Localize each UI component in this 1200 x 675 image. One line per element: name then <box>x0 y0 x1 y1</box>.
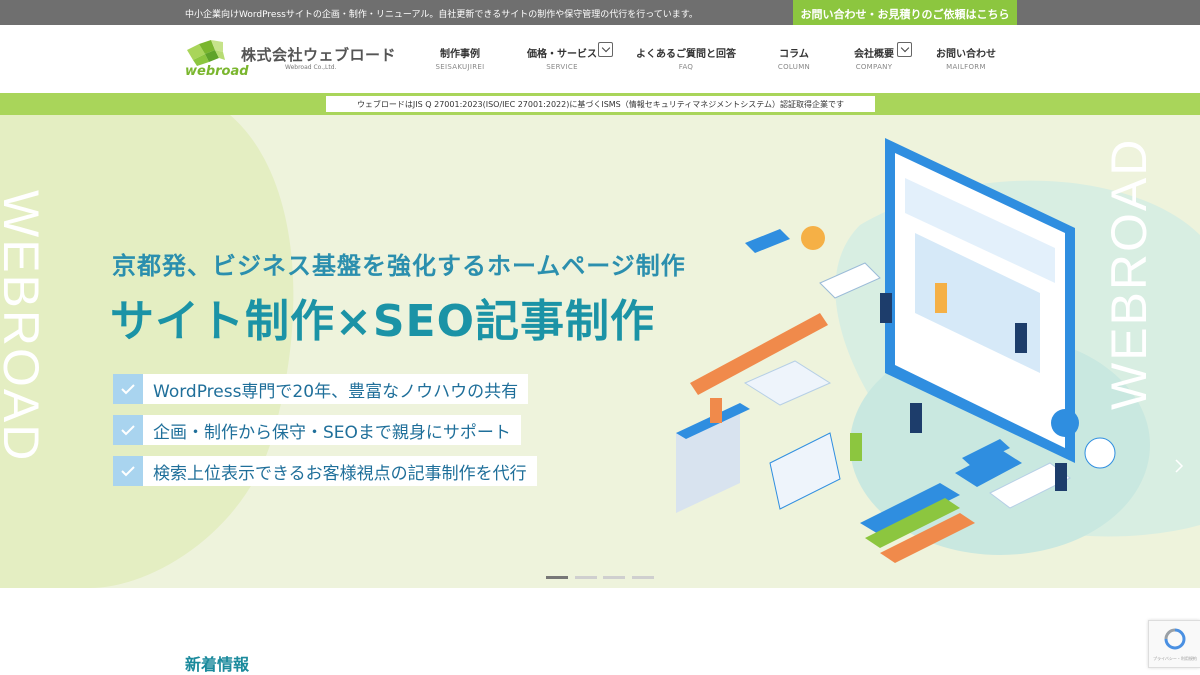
feature-text: WordPress専門で20年、豊富なノウハウの共有 <box>143 374 529 404</box>
nav-label: お問い合わせ <box>936 49 996 60</box>
logo-wordmark: webroad <box>185 64 249 79</box>
feature-item: 企画・制作から保守・SEOまで親身にサポート <box>113 415 521 445</box>
top-bar: 中小企業向けWordPressサイトの企画・制作・リニューアル。自社更新できるサ… <box>0 0 1200 25</box>
logo-company-name: 株式会社ウェブロード <box>241 46 397 64</box>
recaptcha-badge[interactable]: プライバシー・利用規約 <box>1148 620 1200 668</box>
site-header: webroad 株式会社ウェブロード Webroad Co.,Ltd. 制作事例… <box>0 25 1200 93</box>
isms-notice-bar: ウェブロードはJIS Q 27001:2023(ISO/IEC 27001:20… <box>0 93 1200 115</box>
check-icon <box>113 415 143 445</box>
recaptcha-icon <box>1164 628 1186 650</box>
isms-notice[interactable]: ウェブロードはJIS Q 27001:2023(ISO/IEC 27001:20… <box>326 96 875 112</box>
nav-sublabel: MAILFORM <box>946 63 986 71</box>
hero-subtitle: 京都発、ビジネス基盤を強化するホームページ制作 <box>112 252 686 280</box>
hero-title: サイト制作×SEO記事制作 <box>110 296 656 347</box>
nav-item-faq[interactable]: よくあるご質問と回答 FAQ <box>633 45 739 71</box>
recaptcha-text: プライバシー・利用規約 <box>1153 656 1197 661</box>
nav-sublabel: COLUMN <box>777 63 811 71</box>
hero-slider: WEBROAD WEBROAD 京都発、ビジネス基盤を強化するホームページ制作 … <box>0 115 1200 588</box>
feature-item: 検索上位表示できるお客様視点の記事制作を代行 <box>113 456 537 486</box>
tagline: 中小企業向けWordPressサイトの企画・制作・リニューアル。自社更新できるサ… <box>185 10 698 20</box>
logo-company-en: Webroad Co.,Ltd. <box>285 64 337 71</box>
nav-sublabel: SEISAKUJIREI <box>435 63 485 71</box>
nav-sublabel: COMPANY <box>855 63 893 71</box>
nav-sublabel: SERVICE <box>546 63 578 71</box>
slider-dot[interactable] <box>575 576 597 579</box>
hero-illustration <box>676 138 1116 563</box>
check-icon <box>113 456 143 486</box>
feature-text: 企画・制作から保守・SEOまで親身にサポート <box>143 415 521 445</box>
feature-text: 検索上位表示できるお客様視点の記事制作を代行 <box>143 456 537 486</box>
nav-item-contact[interactable]: お問い合わせ MAILFORM <box>930 45 1002 71</box>
check-icon <box>113 374 143 404</box>
slider-dot[interactable] <box>603 576 625 579</box>
nav-label: 会社概要 <box>854 49 894 60</box>
main-nav: 制作事例 SEISAKUJIREI 価格・サービス SERVICE よくあるご質… <box>420 42 1010 75</box>
nav-label: 制作事例 <box>440 49 480 60</box>
contact-cta-button[interactable]: お問い合わせ・お見積りのご依頼はこちら <box>793 0 1017 27</box>
nav-item-works[interactable]: 制作事例 SEISAKUJIREI <box>420 45 500 71</box>
nav-sublabel: FAQ <box>678 63 694 71</box>
news-section-title: 新着情報 <box>185 655 250 674</box>
slider-dot[interactable] <box>546 576 568 579</box>
site-logo[interactable]: webroad 株式会社ウェブロード Webroad Co.,Ltd. <box>185 40 396 80</box>
feature-item: WordPress専門で20年、豊富なノウハウの共有 <box>113 374 529 404</box>
company-dropdown-chevron-icon[interactable] <box>897 42 912 57</box>
slider-next-arrow-icon[interactable] <box>1172 459 1186 473</box>
nav-label: よくあるご質問と回答 <box>636 49 736 60</box>
nav-item-service[interactable]: 価格・サービス SERVICE <box>522 45 602 71</box>
nav-label: コラム <box>779 49 809 60</box>
nav-item-column[interactable]: コラム COLUMN <box>764 45 824 71</box>
slider-dot[interactable] <box>632 576 654 579</box>
service-dropdown-chevron-icon[interactable] <box>598 42 613 57</box>
nav-label: 価格・サービス <box>527 49 597 60</box>
hero-side-text-left: WEBROAD <box>0 190 49 463</box>
nav-item-company[interactable]: 会社概要 COMPANY <box>844 45 904 71</box>
slider-pagination <box>546 576 656 580</box>
